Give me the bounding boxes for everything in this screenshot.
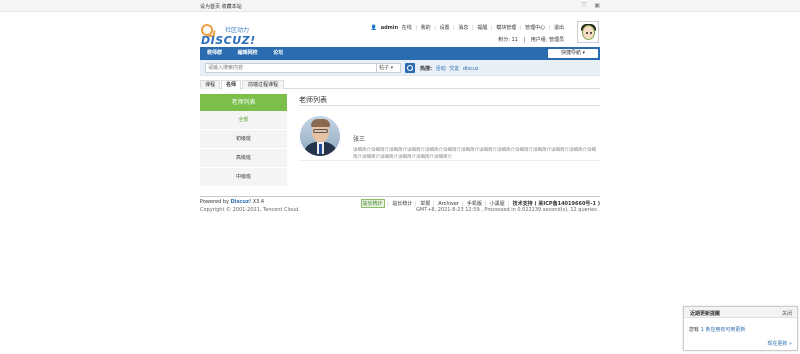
discuz-logo[interactable]: 社区动力 DISCUZ! xyxy=(201,24,261,47)
credits-link[interactable]: 积分: 11 xyxy=(498,37,518,43)
user-stats: 积分: 11 | 用户组: 管理员 xyxy=(498,37,564,43)
nav-item-teachers[interactable]: 教师群 xyxy=(200,47,229,60)
copyright: Copyright © 2001-2021, Tencent Cloud. xyxy=(200,207,300,213)
powered-by: Powered by Discuz! X3.4 xyxy=(200,199,265,205)
tab-courses[interactable]: 课程 xyxy=(200,80,220,89)
content-area: 老师列表 全部 初级班 高级班 中级班 老师列表 张三 详细简介详细简介详细简介… xyxy=(200,89,600,196)
usergroup-link[interactable]: 用户组: 管理员 xyxy=(531,37,564,43)
skin-icon[interactable]: ▣ xyxy=(594,2,600,9)
topbar: 设为首页 收藏本站 ⤧ ▣ xyxy=(0,0,800,12)
messages-link[interactable]: 消息 xyxy=(458,25,468,31)
hot-term[interactable]: 活动 xyxy=(436,66,446,72)
user-icon: 👤 xyxy=(370,25,378,31)
teacher-list: 老师列表 张三 详细简介详细简介详细简介详细简介详细简介详细简介详细简介详细简介… xyxy=(299,94,600,161)
settings-link[interactable]: 设置 xyxy=(440,25,450,31)
sidebar-item-advanced[interactable]: 高级班 xyxy=(200,149,287,168)
discuz-link[interactable]: Discuz! xyxy=(231,199,252,205)
stats-badge[interactable]: 站长统计 xyxy=(360,199,385,208)
page-stats: GMT+8, 2021-8-23 12:59 , Processed in 0.… xyxy=(415,207,600,213)
tab-frontend-courses[interactable]: 前端过程课程 xyxy=(242,80,284,89)
popup-title: 近期更新提醒 xyxy=(690,311,721,317)
hot-term[interactable]: discuz xyxy=(463,66,479,72)
teacher-name[interactable]: 张三 xyxy=(353,134,365,143)
admin-center-link[interactable]: 管理中心 xyxy=(525,25,545,31)
update-notice-popup: 近期更新提醒 关闭 您有 1 条应用有可用更新 现在更新 » xyxy=(683,306,798,351)
notifications-link[interactable]: 提醒 xyxy=(477,25,487,31)
nav-item-forum[interactable]: 论坛 xyxy=(266,47,290,60)
expand-icon[interactable]: ⤧ xyxy=(582,2,587,9)
sidebar-item-all[interactable]: 全部 xyxy=(200,111,287,130)
popup-update-now-link[interactable]: 现在更新 » xyxy=(767,340,792,347)
set-homepage-link[interactable]: 设为首页 xyxy=(200,4,220,10)
teacher-card[interactable]: 张三 详细简介详细简介详细简介详细简介详细简介详细简介详细简介详细简介详细简介详… xyxy=(299,106,600,161)
teacher-description: 详细简介详细简介详细简介详细简介详细简介详细简介详细简介详细简介详细简介详细简介… xyxy=(353,148,596,160)
my-link[interactable]: 我的 xyxy=(421,25,431,31)
popup-message: 您有 1 条应用有可用更新 xyxy=(689,327,746,333)
footer: Powered by Discuz! X3.4 Copyright © 2001… xyxy=(200,196,600,226)
sidebar-item-intermediate[interactable]: 中级班 xyxy=(200,168,287,187)
search-bar: 请输入搜索内容 帖子 ▾ 热搜: 活动 交友 discuz xyxy=(200,60,600,76)
online-status[interactable]: 在线 xyxy=(402,25,412,31)
bookmark-link[interactable]: 收藏本站 xyxy=(222,4,242,10)
nav-item-school[interactable]: 编辑网校 xyxy=(231,47,265,60)
hot-search: 热搜: 活动 交友 discuz xyxy=(420,66,479,72)
logout-link[interactable]: 退出 xyxy=(554,25,564,31)
search-input[interactable]: 请输入搜索内容 xyxy=(205,63,377,73)
popup-update-link[interactable]: 1 条应用有可用更新 xyxy=(701,327,746,333)
content-tabs: 课程 名师 前端过程课程 xyxy=(200,78,600,90)
page-title: 老师列表 xyxy=(299,94,600,106)
hot-term[interactable]: 交友 xyxy=(449,66,459,72)
avatar[interactable] xyxy=(577,21,599,43)
teacher-sidebar: 老师列表 全部 初级班 高级班 中级班 xyxy=(200,94,287,187)
quick-nav-button[interactable]: 快捷导航 ▾ xyxy=(548,49,598,58)
sidebar-title: 老师列表 xyxy=(200,94,287,111)
main-nav: 教师群 编辑网校 论坛 快捷导航 ▾ xyxy=(200,47,600,60)
teacher-photo[interactable] xyxy=(300,116,340,156)
header: 社区动力 DISCUZ! 👤 admin 在线 | 我的 | 设置 | 消息 |… xyxy=(200,12,600,47)
user-links: 👤 admin 在线 | 我的 | 设置 | 消息 | 提醒 | 模块管理 | … xyxy=(370,25,564,31)
popup-close-button[interactable]: 关闭 xyxy=(782,310,792,317)
footer-stats-link[interactable]: 站长统计 xyxy=(392,201,412,207)
module-manage-link[interactable]: 模块管理 xyxy=(496,25,516,31)
username[interactable]: admin xyxy=(381,25,398,31)
search-type-select[interactable]: 帖子 ▾ xyxy=(377,63,401,73)
search-button[interactable] xyxy=(405,63,415,73)
sidebar-item-beginner[interactable]: 初级班 xyxy=(200,130,287,149)
